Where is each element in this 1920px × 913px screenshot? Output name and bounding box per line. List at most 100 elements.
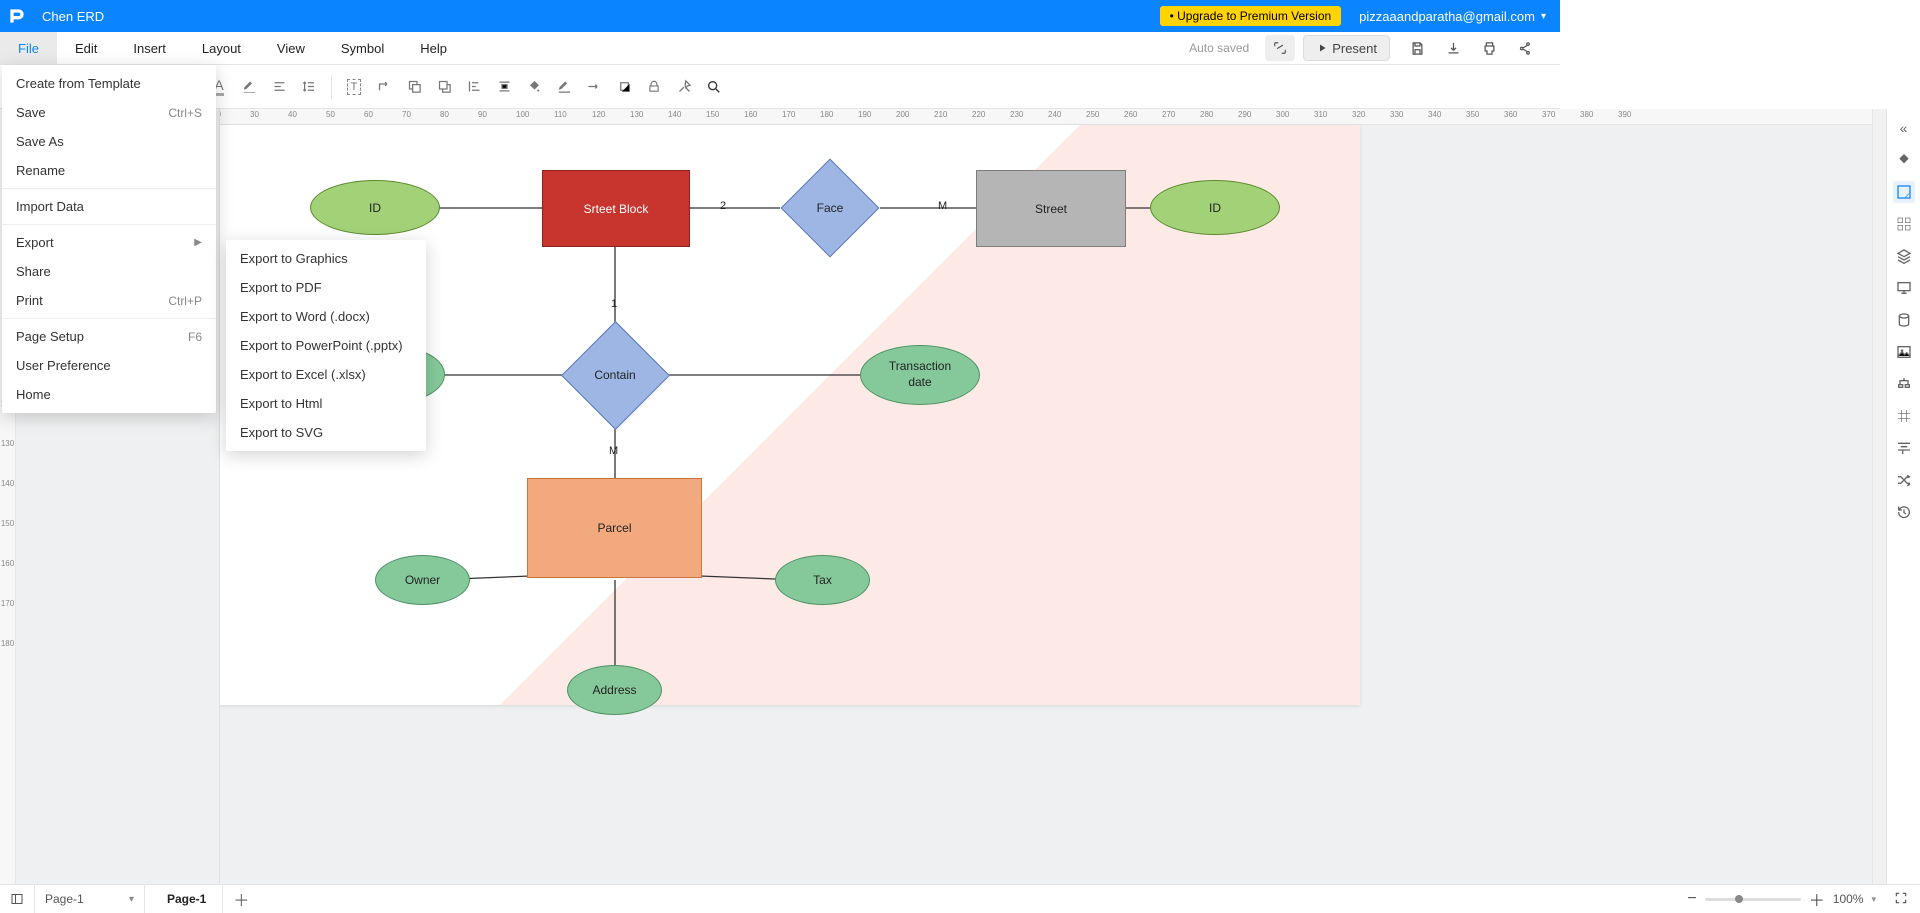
menu-symbol[interactable]: Symbol <box>323 32 402 64</box>
footer: Page-1▾ Page-1 ＋ − ＋ 100% ▾ <box>0 884 1920 913</box>
node-id-left[interactable]: ID <box>310 180 440 235</box>
group-icon[interactable] <box>1893 213 1915 235</box>
distribute-button[interactable] <box>490 73 518 101</box>
ruler-horizontal: 2030405060708090100110120130140150160170… <box>220 109 1872 125</box>
app-logo[interactable] <box>0 0 34 32</box>
export-xlsx[interactable]: Export to Excel (.xlsx) <box>226 360 426 389</box>
menu-help[interactable]: Help <box>402 32 465 64</box>
data-icon[interactable] <box>1893 309 1915 331</box>
export-html[interactable]: Export to Html <box>226 389 426 418</box>
chevron-down-icon: ▾ <box>1871 894 1876 905</box>
tree-icon[interactable] <box>1893 373 1915 395</box>
node-transaction-date[interactable]: Transactiondate <box>860 345 980 405</box>
add-page-button[interactable]: ＋ <box>223 885 259 913</box>
node-face[interactable]: Face <box>780 158 880 258</box>
menu-export[interactable]: Export▶ <box>2 228 216 257</box>
save-icon[interactable] <box>1402 35 1432 61</box>
download-icon[interactable] <box>1438 35 1468 61</box>
grid-icon[interactable] <box>1893 405 1915 427</box>
menu-print[interactable]: PrintCtrl+P <box>2 286 216 315</box>
edge-label-m2: M <box>609 445 618 457</box>
menu-view[interactable]: View <box>259 32 323 64</box>
export-pdf[interactable]: Export to PDF <box>226 273 426 302</box>
right-rail: « <box>1886 109 1920 884</box>
edge-label-1: 1 <box>611 298 617 310</box>
tools-button[interactable] <box>670 73 698 101</box>
present-panel-icon[interactable] <box>1893 277 1915 299</box>
menu-rename[interactable]: Rename <box>2 156 216 185</box>
workspace: 120 130 140 150 160 170 180 203040506070… <box>0 109 1920 884</box>
chevron-down-icon: ▾ <box>1541 11 1546 22</box>
line-style-button[interactable] <box>580 73 608 101</box>
shuffle-icon[interactable] <box>1893 469 1915 491</box>
format-panel-icon[interactable] <box>1893 181 1915 203</box>
node-owner[interactable]: Owner <box>375 555 470 605</box>
export-svg[interactable]: Export to SVG <box>226 418 426 447</box>
zoom-out-button[interactable]: − <box>1687 890 1696 908</box>
search-icon[interactable] <box>700 73 728 101</box>
menu-file[interactable]: File <box>0 32 57 64</box>
send-back-button[interactable] <box>430 73 458 101</box>
menu-save[interactable]: SaveCtrl+S <box>2 98 216 127</box>
node-street[interactable]: Street <box>976 170 1126 247</box>
image-icon[interactable] <box>1893 341 1915 363</box>
page-selector[interactable]: Page-1▾ <box>35 885 145 913</box>
node-address[interactable]: Address <box>567 665 662 715</box>
menu-home[interactable]: Home <box>2 380 216 409</box>
document-title[interactable]: Chen ERD <box>42 9 104 24</box>
export-word[interactable]: Export to Word (.docx) <box>226 302 426 331</box>
menu-insert[interactable]: Insert <box>115 32 184 64</box>
fill-style-icon[interactable] <box>1893 149 1915 171</box>
node-contain[interactable]: Contain <box>560 320 670 430</box>
fullscreen-icon[interactable] <box>1265 35 1295 61</box>
present-label: Present <box>1332 41 1377 56</box>
zoom-in-button[interactable]: ＋ <box>1809 887 1825 911</box>
history-icon[interactable] <box>1893 501 1915 523</box>
account-menu[interactable]: pizzaaandparatha@gmail.com ▾ <box>1359 9 1546 24</box>
shadow-button[interactable] <box>610 73 638 101</box>
export-graphics[interactable]: Export to Graphics <box>226 244 426 273</box>
account-email: pizzaaandparatha@gmail.com <box>1359 9 1535 24</box>
connector-type-button[interactable] <box>370 73 398 101</box>
menu-edit[interactable]: Edit <box>57 32 115 64</box>
print-icon[interactable] <box>1474 35 1504 61</box>
fullscreen-button[interactable] <box>1894 891 1908 908</box>
layers-icon[interactable] <box>1893 245 1915 267</box>
collapse-rail-icon[interactable]: « <box>1893 117 1915 139</box>
line-spacing-button[interactable] <box>295 73 323 101</box>
share-icon[interactable] <box>1510 35 1540 61</box>
menu-import-data[interactable]: Import Data <box>2 192 216 221</box>
present-button[interactable]: Present <box>1303 35 1390 61</box>
node-street-block[interactable]: Srteet Block <box>542 170 690 247</box>
lock-button[interactable] <box>640 73 668 101</box>
chevron-down-icon: ▾ <box>129 894 134 905</box>
export-submenu: Export to Graphics Export to PDF Export … <box>226 240 426 451</box>
align-panel-icon[interactable] <box>1893 437 1915 459</box>
node-id-right[interactable]: ID <box>1150 180 1280 235</box>
zoom-slider[interactable] <box>1705 898 1801 901</box>
bring-front-button[interactable] <box>400 73 428 101</box>
menu-user-preference[interactable]: User Preference <box>2 351 216 380</box>
page-layout-icon[interactable] <box>0 885 35 913</box>
autosaved-label: Auto saved <box>1189 41 1249 55</box>
text-box-button[interactable]: T <box>340 73 368 101</box>
export-ppt[interactable]: Export to PowerPoint (.pptx) <box>226 331 426 360</box>
highlight-button[interactable] <box>235 73 263 101</box>
zoom-value[interactable]: 100% <box>1833 892 1864 906</box>
menu-layout[interactable]: Layout <box>184 32 259 64</box>
canvas[interactable]: 2030405060708090100110120130140150160170… <box>220 109 1872 884</box>
menu-share[interactable]: Share <box>2 257 216 286</box>
node-tax[interactable]: Tax <box>775 555 870 605</box>
file-dropdown: Create from Template SaveCtrl+S Save As … <box>2 65 216 413</box>
align-text-button[interactable] <box>265 73 293 101</box>
page-tab-1[interactable]: Page-1 <box>151 885 223 913</box>
fill-color-button[interactable] <box>520 73 548 101</box>
menu-save-as[interactable]: Save As <box>2 127 216 156</box>
stroke-color-button[interactable] <box>550 73 578 101</box>
node-parcel[interactable]: Parcel <box>527 478 702 578</box>
align-objects-button[interactable] <box>460 73 488 101</box>
menu-page-setup[interactable]: Page SetupF6 <box>2 322 216 351</box>
upgrade-button[interactable]: • Upgrade to Premium Version <box>1160 6 1342 26</box>
menu-create-from-template[interactable]: Create from Template <box>2 69 216 98</box>
scrollbar-vertical[interactable] <box>1872 109 1886 884</box>
